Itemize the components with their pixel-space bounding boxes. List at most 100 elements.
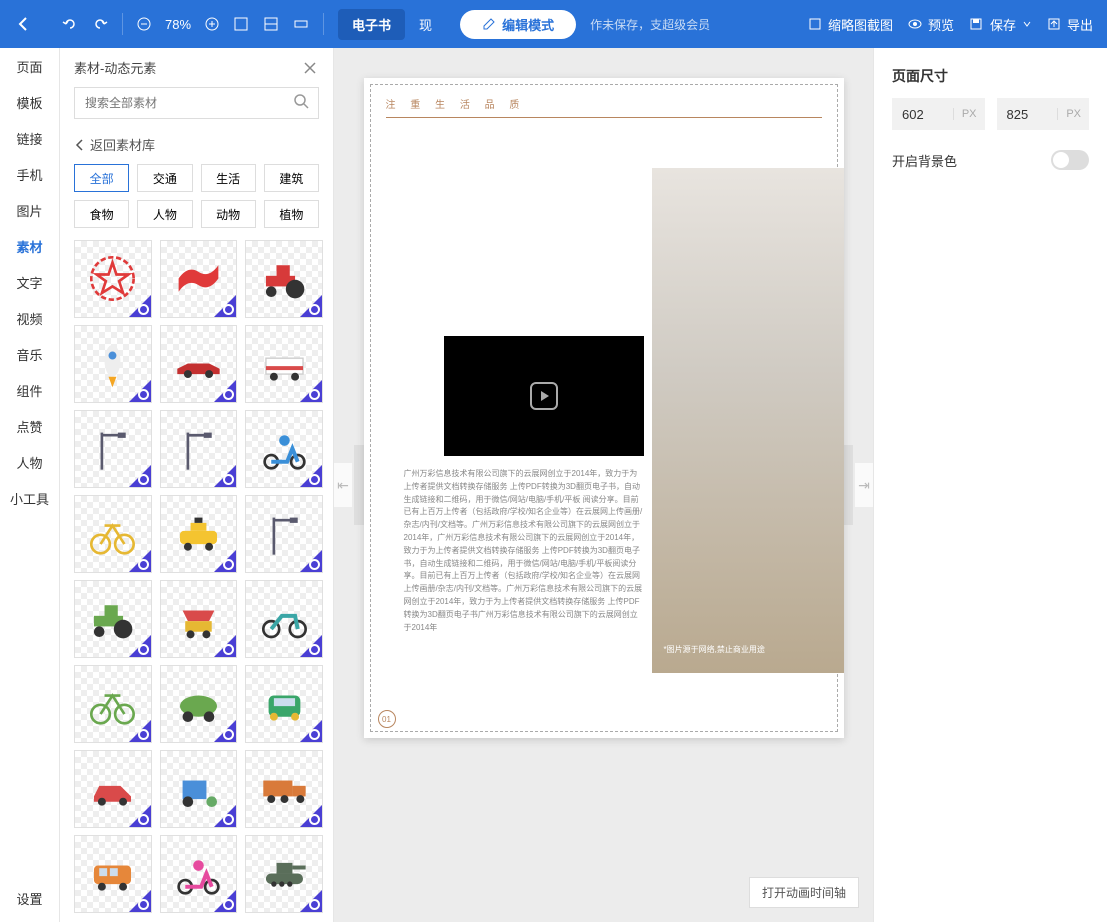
category-生活[interactable]: 生活 (201, 164, 256, 192)
export-button[interactable]: 导出 (1046, 15, 1093, 34)
material-tile-van-orange[interactable] (74, 835, 152, 913)
ruler-button[interactable] (293, 16, 309, 32)
first-page-button[interactable]: ⇤ (334, 463, 352, 507)
nav-item-1[interactable]: 模板 (0, 84, 59, 120)
category-交通[interactable]: 交通 (137, 164, 192, 192)
zoom-level: 78% (165, 17, 191, 32)
material-tile-star-badge[interactable] (74, 240, 152, 318)
material-tile-electric-car[interactable] (160, 665, 238, 743)
nav-item-0[interactable]: 页面 (0, 48, 59, 84)
material-tile-taxi[interactable] (160, 495, 238, 573)
side-nav: 页面模板链接手机图片素材文字视频音乐组件点赞人物小工具设置 (0, 48, 60, 922)
minus-icon (137, 17, 151, 31)
play-icon (530, 382, 558, 410)
fit-button[interactable] (233, 16, 249, 32)
material-tile-ambulance[interactable] (245, 325, 323, 403)
material-tile-red-flags[interactable] (160, 240, 238, 318)
chevron-down-icon (1022, 19, 1032, 29)
material-tile-bicycle-green[interactable] (74, 665, 152, 743)
close-icon (303, 61, 317, 75)
redo-icon (92, 16, 108, 32)
material-tile-bicycle-yellow[interactable] (74, 495, 152, 573)
nav-item-10[interactable]: 点赞 (0, 408, 59, 444)
material-tile-truck[interactable] (245, 750, 323, 828)
eye-icon (907, 16, 923, 32)
material-tile-car-red[interactable] (74, 750, 152, 828)
page-image: *图片源于网络,禁止商业用途 (652, 168, 844, 673)
materials-grid (60, 236, 333, 922)
save-button[interactable]: 保存 (968, 15, 1032, 34)
material-tile-rocket[interactable] (74, 325, 152, 403)
material-tile-rickshaw[interactable] (160, 750, 238, 828)
search-icon[interactable] (293, 93, 311, 116)
nav-item-6[interactable]: 文字 (0, 264, 59, 300)
nav-item-2[interactable]: 链接 (0, 120, 59, 156)
back-to-library-button[interactable]: 返回素材库 (60, 129, 333, 164)
material-tile-hay-tractor[interactable] (74, 580, 152, 658)
image-caption: *图片源于网络,禁止商业用途 (664, 644, 765, 655)
nav-item-5[interactable]: 素材 (0, 228, 59, 264)
undo-button[interactable] (62, 16, 78, 32)
material-tile-street-light-1[interactable] (74, 410, 152, 488)
material-tile-scooter-rider[interactable] (245, 410, 323, 488)
nav-item-4[interactable]: 图片 (0, 192, 59, 228)
expand-icon (233, 16, 249, 32)
redo-button[interactable] (92, 16, 108, 32)
preview-button[interactable]: 预览 (907, 15, 954, 34)
last-page-button[interactable]: ⇥ (855, 463, 873, 507)
materials-panel: 素材-动态元素 返回素材库 全部交通生活建筑 食物人物动物植物 (60, 48, 334, 922)
category-建筑[interactable]: 建筑 (264, 164, 319, 192)
nav-item-7[interactable]: 视频 (0, 300, 59, 336)
grid-button[interactable] (263, 16, 279, 32)
save-icon (968, 16, 984, 32)
thumbnail-button[interactable]: 缩略图截图 (807, 15, 893, 34)
nav-item-11[interactable]: 人物 (0, 444, 59, 480)
zoom-out-button[interactable] (137, 17, 151, 31)
bg-color-toggle[interactable] (1051, 150, 1089, 170)
edit-mode-button[interactable]: 编辑模式 (460, 10, 576, 39)
mode-ebook-button[interactable]: 电子书 (338, 9, 405, 40)
mode-other-label[interactable]: 现 (419, 15, 432, 34)
canvas-area[interactable]: ‹ › ⇤ ⇥ 注 重 生 活 品 质 广州万彩信息技术有限公司旗下的云展网创立… (334, 48, 873, 922)
close-panel-button[interactable] (301, 59, 319, 77)
material-tile-tractor-red[interactable] (245, 240, 323, 318)
open-timeline-button[interactable]: 打开动画时间轴 (749, 877, 859, 908)
chevron-left-icon (74, 138, 84, 152)
nav-item-8[interactable]: 音乐 (0, 336, 59, 372)
edit-icon (482, 17, 496, 31)
page-preview[interactable]: 注 重 生 活 品 质 广州万彩信息技术有限公司旗下的云展网创立于2014年，致… (364, 78, 844, 738)
plus-icon (205, 17, 219, 31)
material-tile-car-front-green[interactable] (245, 665, 323, 743)
material-tile-race-car[interactable] (160, 325, 238, 403)
category-人物[interactable]: 人物 (137, 200, 192, 228)
zoom-in-button[interactable] (205, 17, 219, 31)
nav-item-9[interactable]: 组件 (0, 372, 59, 408)
category-全部[interactable]: 全部 (74, 164, 129, 192)
nav-item-12[interactable]: 小工具 (0, 480, 59, 516)
search-input[interactable] (74, 87, 319, 119)
chevron-left-icon (16, 16, 32, 32)
back-button[interactable] (0, 0, 48, 48)
material-tile-tank[interactable] (245, 835, 323, 913)
properties-panel: 页面尺寸 602PX 825PX 开启背景色 (873, 48, 1107, 922)
page-number: 01 (378, 710, 396, 728)
material-tile-street-light-2[interactable] (160, 410, 238, 488)
undo-icon (62, 16, 78, 32)
ruler-icon (293, 16, 309, 32)
grid-icon (263, 16, 279, 32)
material-tile-food-cart[interactable] (160, 580, 238, 658)
save-status-label: 作未保存，支超级会员 (590, 16, 710, 33)
nav-item-3[interactable]: 手机 (0, 156, 59, 192)
bg-color-label: 开启背景色 (892, 151, 957, 170)
material-tile-scooter-pink[interactable] (160, 835, 238, 913)
category-植物[interactable]: 植物 (264, 200, 319, 228)
height-input[interactable]: 825PX (997, 98, 1090, 130)
page-header-text: 注 重 生 活 品 质 (386, 96, 822, 118)
material-tile-motorbike[interactable] (245, 580, 323, 658)
material-tile-street-light-3[interactable] (245, 495, 323, 573)
width-input[interactable]: 602PX (892, 98, 985, 130)
category-动物[interactable]: 动物 (201, 200, 256, 228)
category-食物[interactable]: 食物 (74, 200, 129, 228)
nav-settings[interactable]: 设置 (0, 886, 59, 922)
video-placeholder[interactable] (444, 336, 644, 456)
